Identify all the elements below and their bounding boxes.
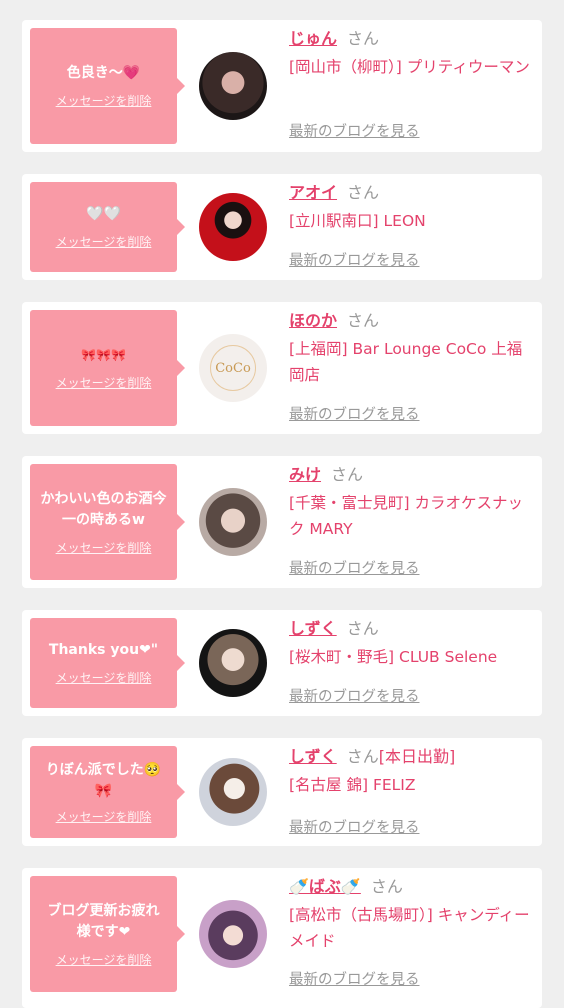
delete-message-link[interactable]: メッセージを削除	[56, 808, 152, 825]
avatar[interactable]	[199, 52, 267, 120]
message-text: 🤍🤍	[86, 206, 121, 222]
message-text: Thanks you❤"	[48, 642, 159, 658]
shop-name: [岡山市（柳町）] プリティウーマン	[289, 58, 530, 76]
message-text: りぼん派でした🥺🎀	[45, 761, 162, 799]
shop-name: [上福岡] Bar Lounge CoCo 上福岡店	[289, 340, 523, 384]
san-label: さん	[347, 311, 380, 330]
avatar[interactable]	[199, 629, 267, 697]
cast-name-link[interactable]: ほのか	[289, 311, 337, 330]
latest-blog-link[interactable]: 最新のブログを見る	[289, 816, 420, 837]
san-label: さん	[370, 877, 403, 896]
shop-name: [桜木町・野毛] CLUB Selene	[289, 648, 498, 666]
san-label: さん	[347, 29, 380, 48]
latest-blog-link[interactable]: 最新のブログを見る	[289, 685, 420, 706]
delete-message-link[interactable]: メッセージを削除	[56, 233, 152, 250]
message-bubble: ブログ更新お疲れ様です❤ メッセージを削除	[30, 876, 185, 992]
delete-message-link[interactable]: メッセージを削除	[56, 951, 152, 968]
san-label: さん	[331, 465, 364, 484]
coco-logo: CoCo	[210, 345, 256, 391]
cast-name-link[interactable]: しずく	[289, 619, 337, 638]
message-text: 🎀🎀🎀	[81, 348, 126, 362]
cast-name-link[interactable]: じゅん	[289, 29, 337, 48]
latest-blog-link[interactable]: 最新のブログを見る	[289, 249, 420, 270]
shop-name: [千葉・富士見町] カラオケスナック MARY	[289, 494, 524, 538]
message-bubble: りぼん派でした🥺🎀 メッセージを削除	[30, 746, 185, 838]
latest-blog-link[interactable]: 最新のブログを見る	[289, 120, 420, 141]
cast-name-link[interactable]: 🍼ばぶ🍼	[289, 877, 361, 896]
latest-blog-link[interactable]: 最新のブログを見る	[289, 403, 420, 424]
latest-blog-link[interactable]: 最新のブログを見る	[289, 557, 420, 578]
message-card: ブログ更新お疲れ様です❤ メッセージを削除 🍼ばぶ🍼 さん [高松市（古馬場町）]…	[22, 868, 542, 1008]
shop-name: [立川駅南口] LEON	[289, 212, 426, 230]
cast-name-link[interactable]: アオイ	[289, 183, 337, 202]
avatar[interactable]	[199, 193, 267, 261]
san-label: さん	[346, 619, 379, 638]
avatar[interactable]	[199, 488, 267, 556]
message-card: Thanks you❤" メッセージを削除 しずく さん [桜木町・野毛] CLU…	[22, 610, 542, 716]
shop-name: [高松市（古馬場町）] キャンディーメイド	[289, 906, 530, 950]
message-bubble: Thanks you❤" メッセージを削除	[30, 618, 185, 708]
message-card: 🤍🤍 メッセージを削除 アオイ さん [立川駅南口] LEON 最新のブログを見る	[22, 174, 542, 280]
delete-message-link[interactable]: メッセージを削除	[56, 539, 152, 556]
message-bubble: 🎀🎀🎀 メッセージを削除	[30, 310, 185, 426]
san-label: さん	[347, 183, 380, 202]
delete-message-link[interactable]: メッセージを削除	[56, 669, 152, 686]
delete-message-link[interactable]: メッセージを削除	[56, 92, 152, 109]
delete-message-link[interactable]: メッセージを削除	[56, 374, 152, 391]
message-card: りぼん派でした🥺🎀 メッセージを削除 しずく さん[本日出勤] [名古屋 錦] F…	[22, 738, 542, 846]
message-text: 色良き〜💗	[66, 65, 141, 81]
cast-name-link[interactable]: みけ	[289, 465, 321, 484]
status-badge: [本日出勤]	[378, 747, 456, 766]
message-card: 色良き〜💗 メッセージを削除 じゅん さん [岡山市（柳町）] プリティウーマン …	[22, 20, 542, 152]
cast-name-link[interactable]: しずく	[289, 747, 337, 766]
shop-name: [名古屋 錦] FELIZ	[289, 776, 416, 794]
san-label: さん	[346, 747, 379, 766]
message-bubble: 🤍🤍 メッセージを削除	[30, 182, 185, 272]
message-card: 🎀🎀🎀 メッセージを削除 CoCo ほのか さん [上福岡] Bar Lounge…	[22, 302, 542, 434]
message-text: ブログ更新お疲れ様です❤	[47, 902, 160, 940]
message-card: かわいい色のお酒今一の時あるw メッセージを削除 みけ さん [千葉・富士見町] …	[22, 456, 542, 588]
message-bubble: 色良き〜💗 メッセージを削除	[30, 28, 185, 144]
avatar[interactable]	[199, 900, 267, 968]
avatar[interactable]: CoCo	[199, 334, 267, 402]
message-text: かわいい色のお酒今一の時あるw	[40, 490, 167, 528]
message-bubble: かわいい色のお酒今一の時あるw メッセージを削除	[30, 464, 185, 580]
latest-blog-link[interactable]: 最新のブログを見る	[289, 968, 420, 989]
avatar[interactable]	[199, 758, 267, 826]
